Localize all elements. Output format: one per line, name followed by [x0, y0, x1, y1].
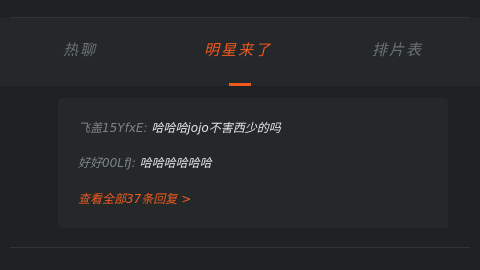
comment-text: 哈哈哈哈哈哈 — [139, 156, 212, 170]
bottom-divider — [10, 247, 470, 248]
active-tab-underline — [229, 83, 251, 86]
tab-schedule[interactable]: 排片表 — [372, 40, 423, 60]
comment-item: 好好00LfJ: 哈哈哈哈哈哈 — [78, 155, 212, 171]
comment-item: 飞盖15YfxE: 哈哈哈jojo不害西少的吗 — [78, 120, 281, 136]
comment-text: 哈哈哈jojo不害西少的吗 — [151, 121, 281, 135]
comment-card: 飞盖15YfxE: 哈哈哈jojo不害西少的吗 好好00LfJ: 哈哈哈哈哈哈 … — [58, 98, 448, 228]
tab-hot-chat[interactable]: 热聊 — [63, 40, 97, 60]
tab-stars-arrive[interactable]: 明星来了 — [204, 40, 272, 60]
chevron-right-icon: > — [181, 192, 192, 206]
view-all-replies-link[interactable]: 查看全部37条回复 > — [78, 191, 191, 207]
view-all-replies-label: 查看全部37条回复 — [78, 192, 178, 206]
tab-bar: 热聊 明星来了 排片表 — [0, 18, 480, 86]
comment-author[interactable]: 飞盖15YfxE: — [78, 121, 148, 135]
comment-author[interactable]: 好好00LfJ: — [78, 156, 136, 170]
